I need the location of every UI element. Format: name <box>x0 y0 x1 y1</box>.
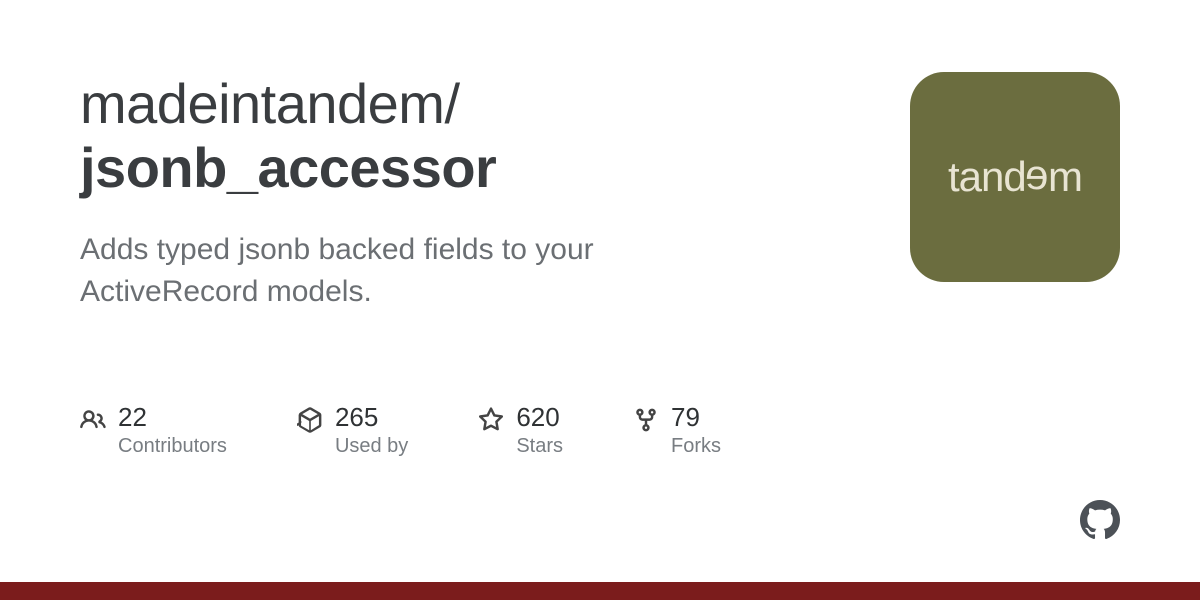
org-logo-text: tandem <box>948 153 1082 201</box>
stat-contributors: 22 Contributors <box>80 403 227 459</box>
repo-title: madeintandem/ jsonb_accessor <box>80 72 860 201</box>
package-dependents-icon <box>297 407 323 433</box>
stat-label: Contributors <box>118 435 227 458</box>
stat-count: 620 <box>516 403 563 432</box>
repo-stats: 22 Contributors 265 Used by 620 <box>80 403 860 459</box>
stat-label: Used by <box>335 435 408 458</box>
stat-label: Stars <box>516 435 563 458</box>
stat-usedby: 265 Used by <box>297 403 408 459</box>
stat-label: Forks <box>671 435 721 458</box>
fork-icon <box>633 407 659 433</box>
repo-name: jsonb_accessor <box>80 136 860 200</box>
accent-bar <box>0 582 1200 600</box>
star-icon <box>478 407 504 433</box>
stat-count: 265 <box>335 403 408 432</box>
people-icon <box>80 407 106 433</box>
repo-description: Adds typed jsonb backed fields to your A… <box>80 229 720 313</box>
org-avatar: tandem <box>910 72 1120 282</box>
stat-count: 22 <box>118 403 227 432</box>
stat-stars: 620 Stars <box>478 403 563 459</box>
stat-count: 79 <box>671 403 721 432</box>
repo-separator: / <box>444 72 459 135</box>
stat-forks: 79 Forks <box>633 403 721 459</box>
github-icon <box>1080 500 1120 540</box>
repo-owner: madeintandem <box>80 72 444 135</box>
